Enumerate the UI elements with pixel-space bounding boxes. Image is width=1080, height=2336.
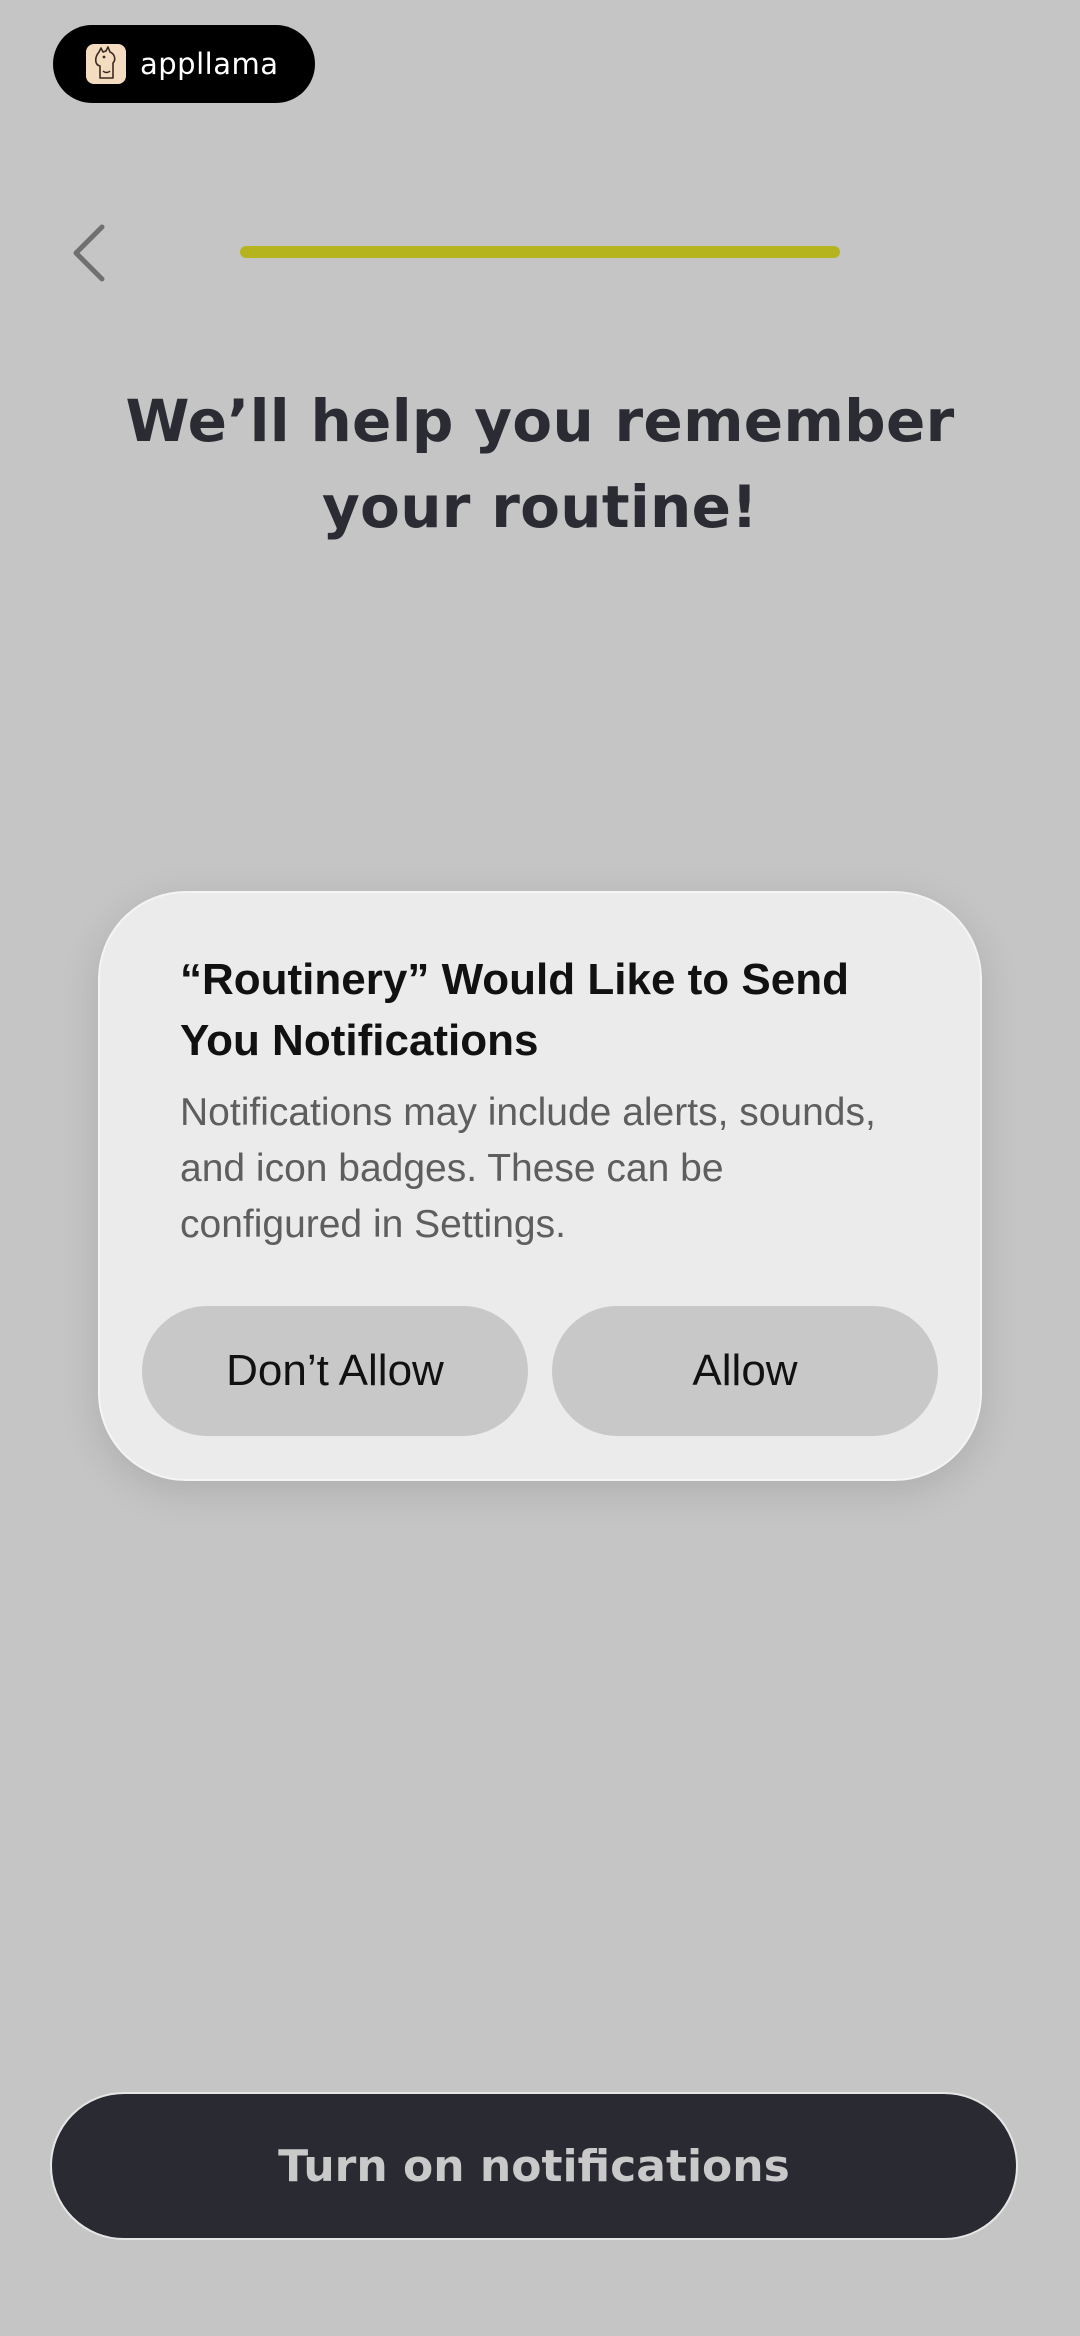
allow-button[interactable]: Allow: [552, 1306, 938, 1436]
back-button[interactable]: [60, 215, 120, 290]
progress-bar: [240, 246, 840, 258]
page-title-line-1: We’ll help you remember: [125, 387, 955, 455]
notification-permission-dialog: “Routinery” Would Like to Send You Notif…: [98, 891, 982, 1481]
dialog-title: “Routinery” Would Like to Send You Notif…: [180, 955, 849, 1065]
brand-name: appllama: [140, 47, 279, 81]
brand-watermark: appllama: [53, 25, 315, 103]
chevron-left-icon: [73, 224, 105, 281]
page-title: We’ll help you remember your routine!: [60, 378, 1020, 550]
dialog-message: Notifications may include alerts, sounds…: [180, 1091, 876, 1246]
page-title-line-2: your routine!: [321, 473, 759, 541]
llama-icon: [86, 44, 126, 84]
notification-permission-screen: appllama We’ll help you remember your ro…: [0, 0, 1080, 2336]
turn-on-notifications-button[interactable]: Turn on notifications: [50, 2092, 1018, 2240]
dont-allow-button[interactable]: Don’t Allow: [142, 1306, 528, 1436]
progress-bar-fill: [240, 246, 840, 258]
